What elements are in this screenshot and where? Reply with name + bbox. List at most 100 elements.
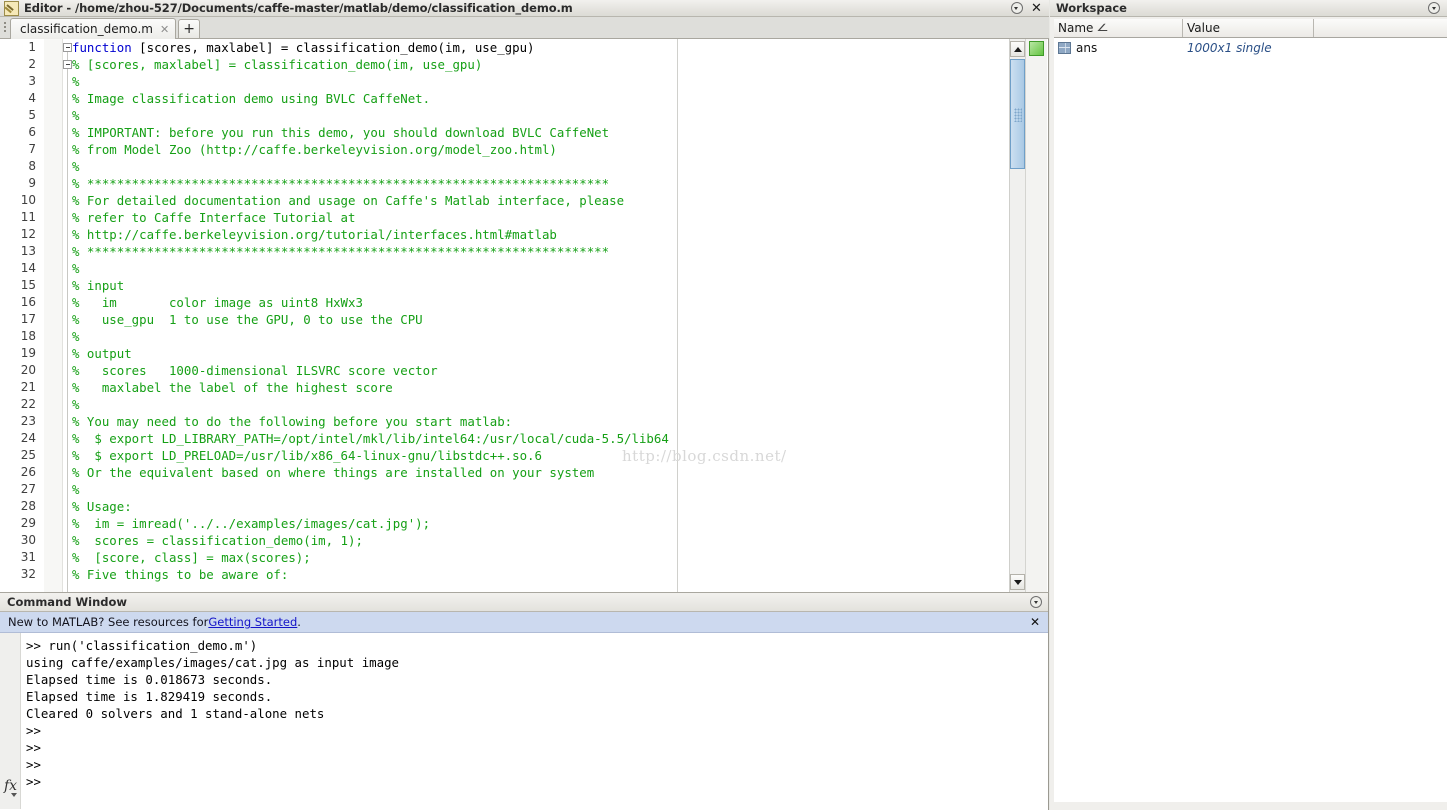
code-line-text: % Or the equivalent based on where thing… [72,465,595,480]
line-number: 29 [20,516,36,530]
line-number: 23 [20,414,36,428]
code-line: 7 % from Model Zoo (http://caffe.berkeley… [0,141,1048,158]
code-line: 1 function [scores, maxlabel] = classific… [0,39,1048,56]
code-line: 19 % output [0,345,1048,362]
editor-vertical-scrollbar[interactable] [1009,39,1025,592]
command-window-options-button[interactable] [1030,596,1042,608]
code-fold-toggle-icon[interactable] [63,43,72,52]
code-line: 24 % $ export LD_LIBRARY_PATH=/opt/intel/… [0,430,1048,447]
banner-close-button[interactable]: ✕ [1030,615,1040,629]
line-number: 16 [20,295,36,309]
code-line-text: % [72,397,80,412]
command-window-header: Command Window [0,593,1048,612]
workspace-empty-area [1054,57,1447,802]
line-number: 32 [20,567,36,581]
code-analyzer-strip[interactable] [1025,39,1047,592]
code-line: 6 % IMPORTANT: before you run this demo, … [0,124,1048,141]
code-line-text: % [scores, maxlabel] = classification_de… [72,57,483,72]
workspace-row-name-cell: ans [1054,41,1183,55]
line-number: 31 [20,550,36,564]
editor-titlebar: Editor - /home/zhou-527/Documents/caffe-… [0,0,1049,17]
code-analyzer-ok-icon[interactable] [1029,41,1044,56]
code-line-text: % Five things to be aware of: [72,567,289,582]
banner-suffix-text: . [297,615,301,629]
code-line: 18% [0,328,1048,345]
function-browser-caret-icon[interactable] [11,793,17,797]
editor-window-controls: ✕ [1010,2,1049,15]
code-line: 5% [0,107,1048,124]
code-line-text: % For detailed documentation and usage o… [72,193,625,208]
code-line: 10 % For detailed documentation and usage… [0,192,1048,209]
code-line: 4 % Image classification demo using BVLC … [0,90,1048,107]
code-line-text: function [scores, maxlabel] = classifica… [72,39,535,56]
scroll-up-button[interactable] [1010,41,1025,57]
code-line: 28 % Usage: [0,498,1048,515]
function-browser-icon[interactable]: fx [4,779,17,793]
code-line: 22% [0,396,1048,413]
workspace-column-name[interactable]: Name ∠ [1054,19,1183,37]
code-line: 3% [0,73,1048,90]
line-number: 25 [20,448,36,462]
line-number: 12 [20,227,36,241]
line-number: 4 [28,91,36,105]
code-text-area[interactable]: 1 function [scores, maxlabel] = classific… [0,39,1048,592]
line-number: 10 [20,193,36,207]
tab-close-icon[interactable]: ✕ [160,24,169,35]
line-number: 27 [20,482,36,496]
line-number: 26 [20,465,36,479]
line-number: 3 [28,74,36,88]
code-line-text: % $ export LD_LIBRARY_PATH=/opt/intel/mk… [72,431,669,446]
code-line-text: % im color image as uint8 HxWx3 [72,295,363,310]
editor-close-button[interactable]: ✕ [1030,2,1043,15]
code-line: 25 % $ export LD_PRELOAD=/usr/lib/x86_64-… [0,447,1048,464]
code-line: 14% [0,260,1048,277]
code-line-text: % **************************************… [72,176,610,191]
line-number: 17 [20,312,36,326]
editor-title-text: Editor - /home/zhou-527/Documents/caffe-… [24,1,573,15]
code-line-text: % scores = classification_demo(im, 1); [72,533,363,548]
code-editor-panel: 1 function [scores, maxlabel] = classific… [0,39,1049,592]
code-fold-toggle-icon[interactable] [63,60,72,69]
line-number: 7 [28,142,36,156]
code-line-text: % Image classification demo using BVLC C… [72,91,431,106]
workspace-column-value[interactable]: Value [1183,19,1314,37]
code-line: 2 % [scores, maxlabel] = classification_d… [0,56,1048,73]
getting-started-link[interactable]: Getting Started [208,615,297,629]
tabbar-grip[interactable] [0,16,10,38]
table-row[interactable]: ans 1000x1 single [1054,38,1447,57]
line-number: 9 [28,176,36,190]
code-line: 11 % refer to Caffe Interface Tutorial at [0,209,1048,226]
line-number: 11 [20,210,36,224]
workspace-table-header-row: Name ∠ Value [1054,19,1447,38]
new-to-matlab-banner: New to MATLAB? See resources for Getting… [0,612,1048,633]
code-plain: [scores, maxlabel] = classification_demo… [131,40,535,55]
command-window-body[interactable]: >> run('classification_demo.m') using ca… [0,633,1048,809]
new-tab-button[interactable]: + [178,19,201,38]
code-line: 32 % Five things to be aware of: [0,566,1048,583]
matrix-variable-icon [1058,41,1071,54]
scroll-down-button[interactable] [1010,574,1025,590]
tab-classification-demo[interactable]: classification_demo.m ✕ [10,18,177,39]
code-line-text: % [72,482,80,497]
code-line-text: % output [72,346,132,361]
code-line: 30 % scores = classification_demo(im, 1); [0,532,1048,549]
editor-minimize-button[interactable] [1010,2,1023,15]
code-line: 13 % ************************************… [0,243,1048,260]
code-line-text: % IMPORTANT: before you run this demo, y… [72,125,610,140]
scrollbar-thumb[interactable] [1010,59,1025,169]
code-line-text: % [72,261,80,276]
line-number: 28 [20,499,36,513]
workspace-column-extra[interactable] [1314,19,1447,37]
code-line-text: % http://caffe.berkeleyvision.org/tutori… [72,227,557,242]
code-line: 15 % input [0,277,1048,294]
banner-prefix-text: New to MATLAB? See resources for [8,615,209,629]
code-line: 16 % im color image as uint8 HxWx3 [0,294,1048,311]
code-line: 23 % You may need to do the following bef… [0,413,1048,430]
code-line: 12 % http://caffe.berkeleyvision.org/tuto… [0,226,1048,243]
code-line-text: % [72,108,80,123]
workspace-header: Workspace [1050,0,1447,17]
code-line-text: % [72,329,80,344]
code-line-text: % **************************************… [72,244,610,259]
workspace-options-button[interactable] [1428,2,1440,14]
line-number: 8 [28,159,36,173]
